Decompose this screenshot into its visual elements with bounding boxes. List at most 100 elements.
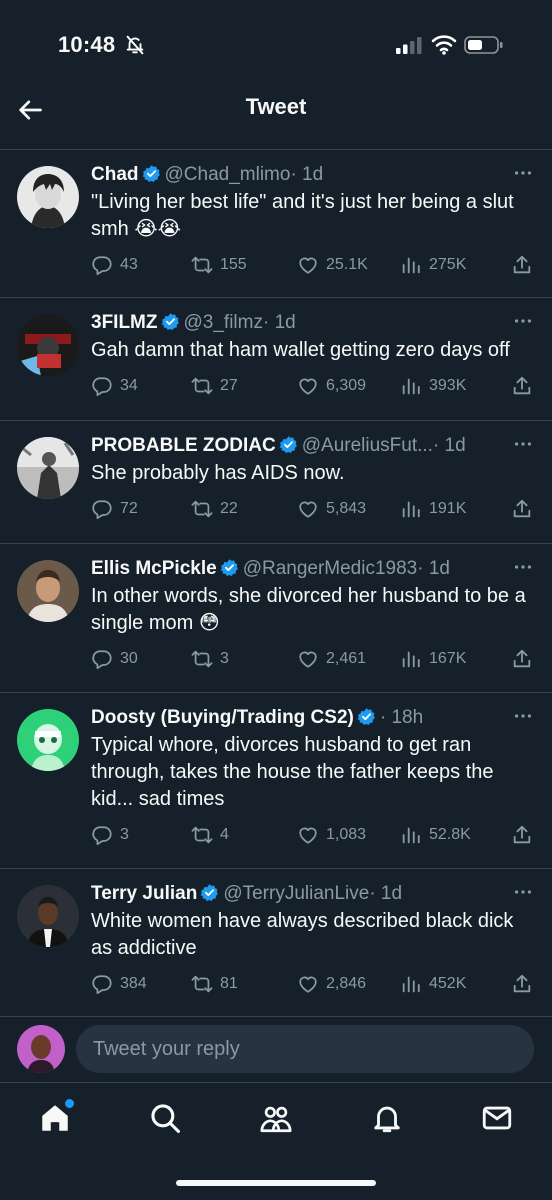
view-count: 52.8K bbox=[429, 826, 471, 843]
views-button[interactable]: 52.8K bbox=[400, 824, 471, 846]
share-button[interactable] bbox=[511, 648, 533, 670]
author-handle[interactable]: @3_filmz bbox=[184, 312, 263, 333]
more-icon[interactable] bbox=[512, 310, 534, 332]
like-count: 1,083 bbox=[326, 826, 367, 843]
wifi-icon bbox=[431, 35, 457, 55]
more-icon[interactable] bbox=[512, 881, 534, 903]
tweet-body: Chad @Chad_mlimo· 1d "Living her best lif… bbox=[91, 162, 534, 278]
retweet-button[interactable]: 81 bbox=[191, 973, 238, 995]
author-name[interactable]: Doosty (Buying/Trading CS2) bbox=[91, 707, 354, 728]
share-icon bbox=[511, 648, 533, 670]
author-name[interactable]: 3FILMZ bbox=[91, 312, 158, 333]
views-button[interactable]: 275K bbox=[400, 254, 466, 276]
reply-button[interactable]: 72 bbox=[91, 498, 138, 520]
view-count: 452K bbox=[429, 975, 467, 992]
retweet-count: 27 bbox=[220, 377, 238, 394]
tweet-item[interactable]: 3FILMZ @3_filmz· 1d Gah damn that ham wal… bbox=[0, 298, 552, 421]
views-icon bbox=[400, 254, 422, 276]
tweet-item[interactable]: Ellis McPickle @RangerMedic1983· 1d In ot… bbox=[0, 544, 552, 693]
more-icon[interactable] bbox=[512, 162, 534, 184]
retweet-button[interactable]: 4 bbox=[191, 824, 229, 846]
reply-input[interactable] bbox=[76, 1025, 534, 1073]
avatar[interactable] bbox=[17, 709, 79, 771]
like-button[interactable]: 25.1K bbox=[297, 254, 368, 276]
views-icon bbox=[400, 973, 422, 995]
notifications-icon bbox=[374, 1106, 400, 1133]
author-handle[interactable]: @AureliusFut... bbox=[302, 435, 433, 456]
retweet-button[interactable]: 27 bbox=[191, 375, 238, 397]
avatar[interactable] bbox=[17, 437, 79, 499]
avatar[interactable] bbox=[17, 560, 79, 622]
avatar[interactable] bbox=[17, 1025, 65, 1073]
tab-home[interactable] bbox=[38, 1099, 74, 1135]
verified-badge-icon bbox=[279, 435, 298, 454]
tweet-text: She probably has AIDS now. bbox=[91, 462, 345, 484]
like-icon bbox=[297, 648, 319, 670]
reply-button[interactable]: 43 bbox=[91, 254, 138, 276]
tweet-text: White women have always described black … bbox=[91, 910, 514, 959]
share-button[interactable] bbox=[511, 824, 533, 846]
views-icon bbox=[400, 375, 422, 397]
author-name[interactable]: PROBABLE ZODIAC bbox=[91, 435, 276, 456]
retweet-count: 155 bbox=[220, 256, 247, 273]
tweet-item[interactable]: Terry Julian @TerryJulianLive· 1d White w… bbox=[0, 869, 552, 1014]
more-icon[interactable] bbox=[512, 433, 534, 455]
more-icon[interactable] bbox=[512, 556, 534, 578]
retweet-icon bbox=[191, 973, 213, 995]
verified-badge-icon bbox=[142, 164, 161, 183]
views-button[interactable]: 167K bbox=[400, 648, 466, 670]
reply-button[interactable]: 30 bbox=[91, 648, 138, 670]
retweet-icon bbox=[191, 824, 213, 846]
battery-icon bbox=[464, 36, 503, 54]
reply-icon bbox=[91, 824, 113, 846]
avatar[interactable] bbox=[17, 166, 79, 228]
tweet-header: Tweet bbox=[0, 86, 552, 150]
like-button[interactable]: 1,083 bbox=[297, 824, 366, 846]
share-button[interactable] bbox=[511, 254, 533, 276]
tweet-time: · 1d bbox=[290, 164, 324, 185]
author-handle[interactable]: @TerryJulianLive bbox=[223, 883, 369, 904]
author-handle[interactable]: @Chad_mlimo bbox=[165, 164, 291, 185]
share-button[interactable] bbox=[511, 973, 533, 995]
views-icon bbox=[400, 498, 422, 520]
share-button[interactable] bbox=[511, 498, 533, 520]
reply-button[interactable]: 3 bbox=[91, 824, 129, 846]
retweet-button[interactable]: 155 bbox=[191, 254, 247, 276]
views-button[interactable]: 191K bbox=[400, 498, 466, 520]
verified-badge-icon bbox=[220, 558, 239, 577]
author-handle[interactable]: @RangerMedic1983 bbox=[243, 558, 418, 579]
author-name[interactable]: Terry Julian bbox=[91, 883, 197, 904]
like-button[interactable]: 6,309 bbox=[297, 375, 366, 397]
reply-button[interactable]: 34 bbox=[91, 375, 138, 397]
views-button[interactable]: 393K bbox=[400, 375, 466, 397]
tweet-item[interactable]: Chad @Chad_mlimo· 1d "Living her best lif… bbox=[0, 150, 552, 298]
reply-button[interactable]: 384 bbox=[91, 973, 147, 995]
like-button[interactable]: 2,846 bbox=[297, 973, 366, 995]
tweet-item[interactable]: PROBABLE ZODIAC @AureliusFut...· 1d She p… bbox=[0, 421, 552, 544]
author-name[interactable]: Chad bbox=[91, 164, 139, 185]
more-icon[interactable] bbox=[512, 705, 534, 727]
tweet-actions: 72 22 5,843 191K bbox=[91, 498, 534, 522]
retweet-button[interactable]: 3 bbox=[191, 648, 229, 670]
tab-search[interactable] bbox=[148, 1101, 182, 1135]
tweet-item[interactable]: Doosty (Buying/Trading CS2) · 18h Typical… bbox=[0, 693, 552, 869]
retweet-button[interactable]: 22 bbox=[191, 498, 238, 520]
tab-messages[interactable] bbox=[480, 1101, 514, 1135]
reply-icon bbox=[91, 973, 113, 995]
tweet-text: Typical whore, divorces husband to get r… bbox=[91, 734, 494, 810]
tab-notifications[interactable] bbox=[370, 1101, 404, 1135]
tweet-time: · 18h bbox=[379, 707, 424, 728]
share-button[interactable] bbox=[511, 375, 533, 397]
view-count: 275K bbox=[429, 256, 467, 273]
tab-communities[interactable] bbox=[259, 1101, 293, 1135]
like-button[interactable]: 5,843 bbox=[297, 498, 366, 520]
retweet-count: 3 bbox=[220, 650, 229, 667]
reply-icon bbox=[91, 498, 113, 520]
like-icon bbox=[297, 375, 319, 397]
like-button[interactable]: 2,461 bbox=[297, 648, 366, 670]
views-button[interactable]: 452K bbox=[400, 973, 466, 995]
avatar[interactable] bbox=[17, 314, 79, 376]
author-name[interactable]: Ellis McPickle bbox=[91, 558, 217, 579]
avatar[interactable] bbox=[17, 885, 79, 947]
tweet-text: In other words, she divorced her husband… bbox=[91, 585, 526, 634]
